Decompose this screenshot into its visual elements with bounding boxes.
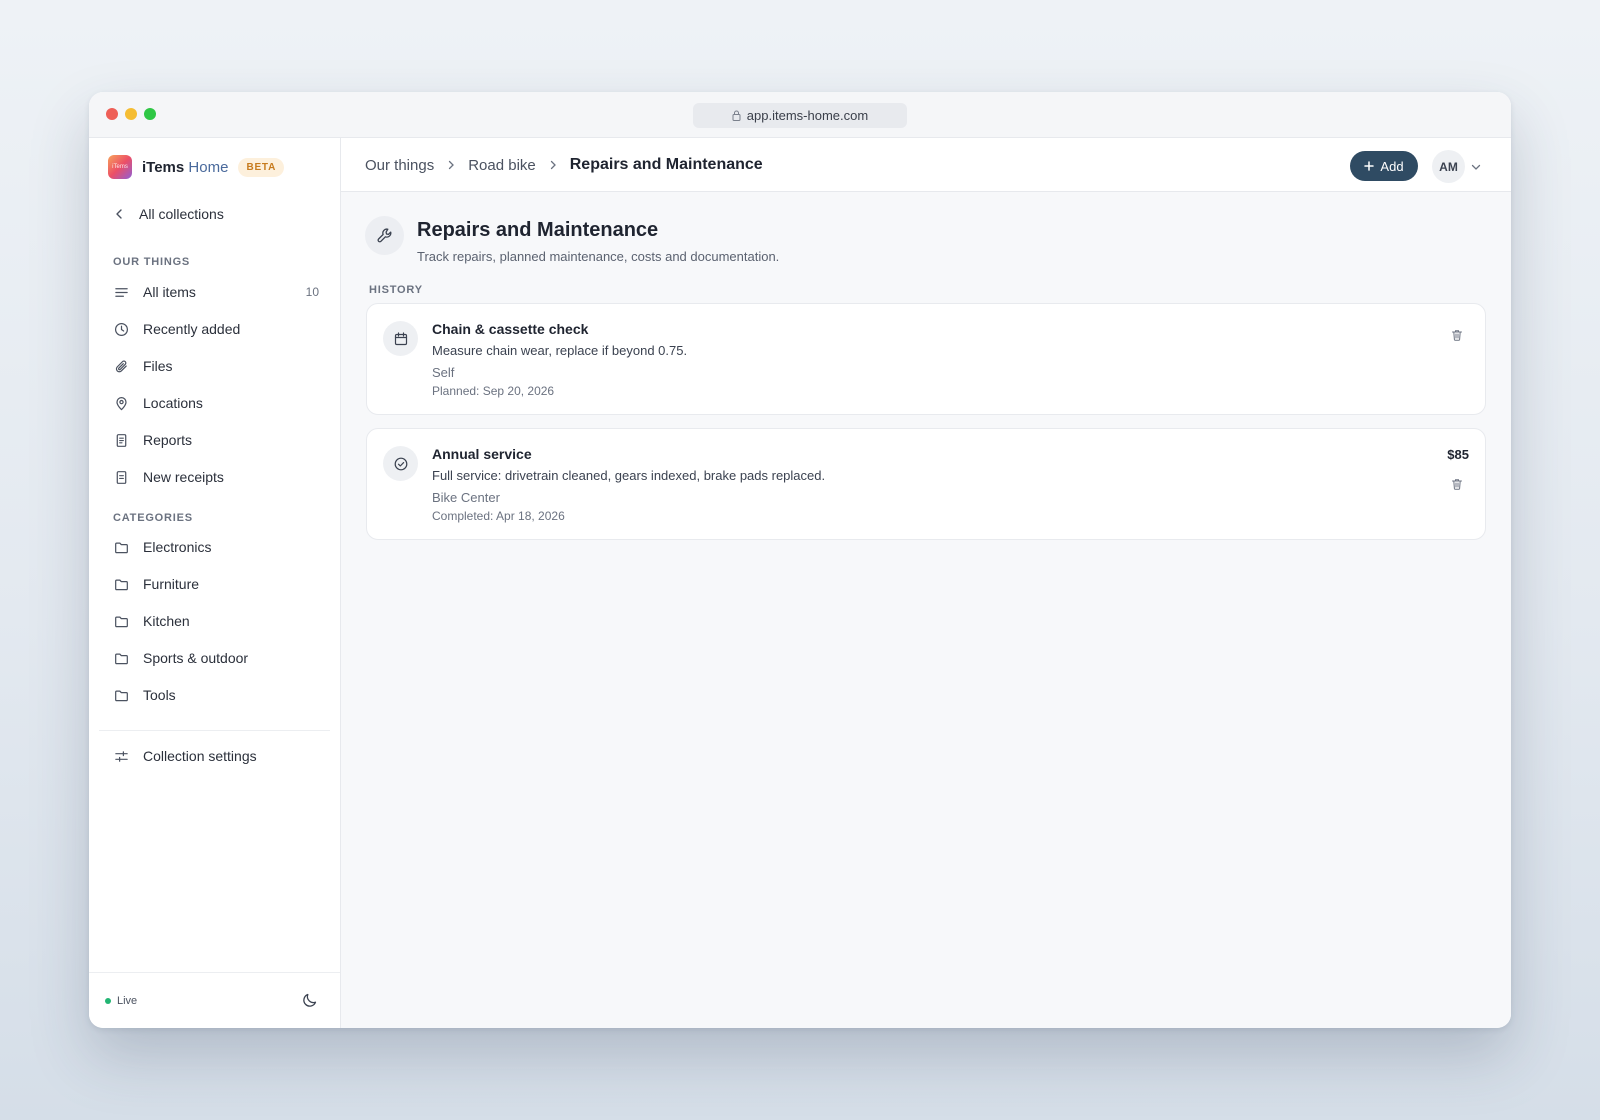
trash-icon[interactable] bbox=[1451, 329, 1463, 341]
chevron-left-icon bbox=[116, 209, 122, 219]
map-pin-icon bbox=[115, 396, 127, 410]
history-entry-card[interactable]: Chain & cassette check Measure chain wea… bbox=[366, 303, 1486, 415]
sidebar-item-label: Tools bbox=[143, 687, 176, 703]
entry-provider: Bike Center bbox=[432, 490, 500, 505]
chevron-right-icon bbox=[449, 160, 455, 170]
entry-description: Measure chain wear, replace if beyond 0.… bbox=[432, 343, 688, 358]
items-count: 10 bbox=[305, 285, 319, 299]
entry-provider: Self bbox=[432, 365, 455, 380]
sidebar-item-label: Collection settings bbox=[143, 748, 257, 764]
breadcrumb-current: Repairs and Maintenance bbox=[569, 156, 763, 173]
sidebar-item-label: Locations bbox=[143, 395, 203, 411]
moon-icon[interactable] bbox=[302, 992, 318, 1008]
url-text: app.items-home.com bbox=[746, 108, 869, 123]
sliders-icon bbox=[114, 750, 128, 762]
sidebar-item-electronics[interactable]: Electronics bbox=[113, 535, 319, 559]
entry-date: Completed: Apr 18, 2026 bbox=[432, 509, 565, 523]
folder-icon bbox=[114, 652, 128, 664]
sidebar-item-tools[interactable]: Tools bbox=[113, 683, 319, 707]
sidebar-item-furniture[interactable]: Furniture bbox=[113, 572, 319, 596]
add-button[interactable]: Add bbox=[1350, 151, 1418, 181]
folder-icon bbox=[114, 541, 128, 553]
entry-cost: $85 bbox=[1447, 447, 1469, 462]
address-bar[interactable]: app.items-home.com bbox=[693, 103, 907, 128]
folder-icon bbox=[114, 615, 128, 627]
live-status: Live bbox=[105, 995, 137, 1007]
page-subtitle: Track repairs, planned maintenance, cost… bbox=[417, 249, 780, 264]
browser-window: app.items-home.com iTems iTems Home BETA… bbox=[89, 92, 1511, 1028]
sidebar-item-all-items[interactable]: All items 10 bbox=[113, 280, 319, 304]
sidebar-item-reports[interactable]: Reports bbox=[113, 428, 319, 452]
entry-title: Annual service bbox=[432, 446, 532, 462]
sidebar-footer: Live bbox=[89, 972, 340, 1028]
folder-icon bbox=[114, 578, 128, 590]
breadcrumb-road-bike[interactable]: Road bike bbox=[468, 157, 536, 174]
chevron-right-icon bbox=[550, 160, 556, 170]
entry-date: Planned: Sep 20, 2026 bbox=[432, 384, 555, 398]
section-categories: CATEGORIES bbox=[113, 512, 193, 524]
live-status-label: Live bbox=[117, 995, 138, 1007]
brand[interactable]: iTems iTems Home BETA bbox=[108, 155, 285, 179]
entry-title: Chain & cassette check bbox=[432, 321, 589, 337]
clock-icon bbox=[114, 322, 128, 336]
sidebar-item-label: Files bbox=[143, 358, 173, 374]
list-icon bbox=[114, 287, 128, 297]
app-name-part1: iTems bbox=[142, 158, 185, 176]
main-content: Our things Road bike Repairs and Mainten… bbox=[341, 138, 1511, 1028]
sidebar-item-kitchen[interactable]: Kitchen bbox=[113, 609, 319, 633]
sidebar-item-label: All items bbox=[143, 284, 196, 300]
minimize-window-button[interactable] bbox=[125, 108, 137, 120]
sidebar-item-recently-added[interactable]: Recently added bbox=[113, 317, 319, 341]
sidebar-item-label: Sports & outdoor bbox=[143, 650, 249, 666]
top-bar: Our things Road bike Repairs and Mainten… bbox=[341, 138, 1511, 192]
history-entry-card[interactable]: Annual service Full service: drivetrain … bbox=[366, 428, 1486, 540]
all-collections-link[interactable]: All collections bbox=[113, 206, 224, 222]
document-icon bbox=[116, 433, 126, 447]
add-button-label: Add bbox=[1380, 158, 1404, 174]
sidebar-item-label: Kitchen bbox=[143, 613, 190, 629]
app-name: iTems Home bbox=[142, 159, 228, 176]
avatar[interactable]: AM bbox=[1432, 150, 1465, 183]
sidebar-item-label: Furniture bbox=[143, 576, 200, 592]
close-window-button[interactable] bbox=[106, 108, 118, 120]
plus-icon bbox=[1364, 161, 1375, 171]
folder-icon bbox=[114, 689, 128, 701]
sidebar-divider bbox=[99, 730, 330, 731]
maximize-window-button[interactable] bbox=[144, 108, 156, 120]
app-logo: iTems bbox=[108, 155, 132, 179]
title-bar: app.items-home.com bbox=[89, 92, 1511, 138]
beta-badge: BETA bbox=[238, 157, 285, 177]
sidebar-item-label: Recently added bbox=[143, 321, 241, 337]
logo-text: iTems bbox=[112, 164, 128, 170]
sidebar-item-label: Reports bbox=[143, 432, 193, 448]
sidebar: iTems iTems Home BETA All collections OU… bbox=[89, 138, 341, 1028]
breadcrumb-our-things[interactable]: Our things bbox=[365, 157, 434, 174]
check-circle-icon bbox=[383, 446, 418, 481]
entry-description: Full service: drivetrain cleaned, gears … bbox=[432, 468, 826, 483]
live-dot-icon bbox=[105, 998, 111, 1004]
sidebar-item-label: Electronics bbox=[143, 539, 212, 555]
sidebar-item-label: New receipts bbox=[143, 469, 224, 485]
sidebar-item-sports-outdoor[interactable]: Sports & outdoor bbox=[113, 646, 319, 670]
receipt-icon bbox=[116, 470, 126, 484]
sidebar-item-locations[interactable]: Locations bbox=[113, 391, 319, 415]
breadcrumb: Our things Road bike Repairs and Mainten… bbox=[365, 156, 763, 174]
app-name-part2: Home bbox=[188, 158, 229, 176]
sidebar-item-collection-settings[interactable]: Collection settings bbox=[113, 744, 319, 768]
calendar-icon bbox=[383, 321, 418, 356]
page-title: Repairs and Maintenance bbox=[417, 219, 659, 241]
sidebar-item-new-receipts[interactable]: New receipts bbox=[113, 465, 319, 489]
trash-icon[interactable] bbox=[1451, 478, 1463, 490]
all-collections-label: All collections bbox=[139, 206, 224, 222]
history-label: HISTORY bbox=[369, 284, 423, 296]
chevron-down-icon[interactable] bbox=[1471, 162, 1481, 172]
lock-icon bbox=[732, 110, 741, 121]
sidebar-item-files[interactable]: Files bbox=[113, 354, 319, 378]
section-our-things: OUR THINGS bbox=[113, 256, 191, 268]
wrench-icon bbox=[365, 216, 404, 255]
paperclip-icon bbox=[115, 360, 127, 372]
